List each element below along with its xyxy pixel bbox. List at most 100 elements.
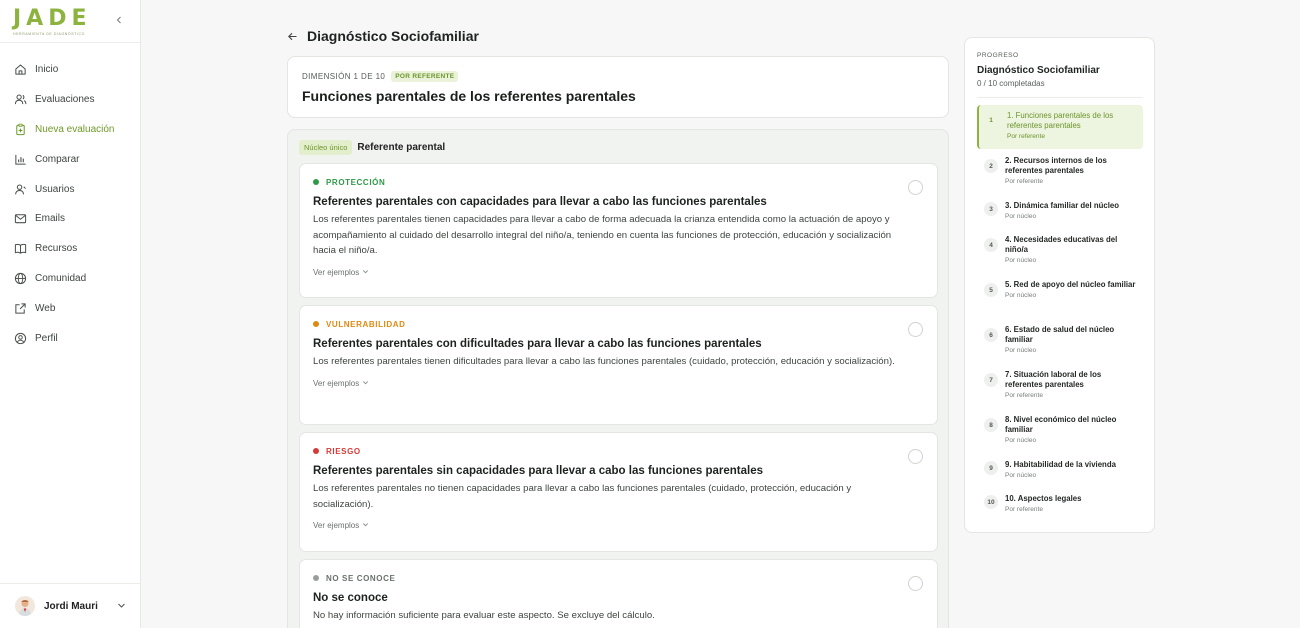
group-header: Núcleo único Referente parental [299, 140, 445, 155]
arrow-left-icon [288, 32, 297, 40]
step-item-8[interactable]: 8 8. Nivel económico del núcleo familiar… [977, 415, 1143, 444]
sidebar-item-label: Evaluaciones [35, 94, 95, 106]
logo-wordmark: JADE [13, 6, 92, 31]
sidebar-item-evaluaciones[interactable]: Evaluaciones [0, 85, 140, 115]
option-level: Riesgo [313, 446, 924, 456]
option-radio[interactable] [908, 576, 923, 591]
step-number: 6 [984, 328, 998, 342]
step-scope: Por núcleo [1005, 437, 1037, 444]
step-scope: Por núcleo [1005, 292, 1037, 299]
sidebar-item-label: Comunidad [35, 272, 87, 284]
option-card-proteccion[interactable]: Protección Referentes parentales con cap… [299, 163, 938, 298]
sidebar-item-label: Web [35, 302, 56, 314]
progress-count: 0 / 10 completadas [977, 79, 1045, 88]
step-name: 6. Estado de salud del núcleo familiar [1005, 325, 1115, 344]
step-number: 8 [984, 418, 998, 432]
sidebar-item-inicio[interactable]: Inicio [0, 55, 140, 85]
step-number: 7 [984, 373, 998, 387]
step-item-7[interactable]: 7 7. Situación laboral de los referentes… [977, 370, 1143, 399]
chevron-down-icon [362, 379, 369, 388]
dimension-title: Funciones parentales de los referentes p… [302, 88, 636, 104]
option-card-no-se-conoce[interactable]: No se conoce No se conoce No hay informa… [299, 559, 938, 628]
collapse-sidebar-button[interactable] [112, 13, 126, 27]
sidebar-item-recursos[interactable]: Recursos [0, 234, 140, 264]
step-scope: Por núcleo [1005, 347, 1037, 354]
step-name: 1. Funciones parentales de los referente… [1007, 111, 1114, 130]
see-examples-label: Ver ejemplos [313, 521, 360, 531]
sidebar-item-label: Perfil [35, 332, 58, 344]
step-name: 10. Aspectos legales [1005, 494, 1082, 503]
external-link-icon [13, 301, 27, 315]
page-title: Diagnóstico Sociofamiliar [307, 28, 479, 44]
group-title: Referente parental [357, 142, 446, 153]
nucleo-badge: Núcleo único [299, 140, 353, 155]
page-header: Diagnóstico Sociofamiliar [287, 27, 479, 45]
step-number: 1 [989, 116, 993, 124]
option-radio[interactable] [908, 449, 923, 464]
see-examples-label: Ver ejemplos [313, 268, 360, 278]
dimension-card: Dimensión 1 de 10 Por referente Funcione… [287, 56, 949, 118]
sidebar-item-label: Nueva evaluación [35, 123, 115, 135]
option-radio[interactable] [908, 180, 923, 195]
step-item-3[interactable]: 3 3. Dinámica familiar del núcleo Por nú… [977, 201, 1143, 220]
sidebar-item-perfil[interactable]: Perfil [0, 323, 140, 353]
step-item-1[interactable]: 1 1. Funciones parentales de los referen… [977, 105, 1143, 149]
option-level: Protección [313, 177, 924, 187]
sidebar-item-usuarios[interactable]: Usuarios [0, 174, 140, 204]
step-number: 4 [984, 238, 998, 252]
chevron-down-icon [362, 268, 369, 277]
avatar [15, 596, 35, 616]
globe-icon [13, 271, 27, 285]
step-scope: Por núcleo [1005, 213, 1037, 220]
step-name: 5. Red de apoyo del núcleo familiar [1005, 280, 1136, 289]
sidebar-item-web[interactable]: Web [0, 293, 140, 323]
step-name: 2. Recursos internos de los referentes p… [1005, 156, 1107, 175]
step-item-4[interactable]: 4 4. Necesidades educativas del niño/a P… [977, 235, 1143, 264]
sidebar: JADE herramienta de diagnóstico Inicio E… [0, 0, 141, 628]
step-item-6[interactable]: 6 6. Estado de salud del núcleo familiar… [977, 325, 1143, 354]
option-radio[interactable] [908, 322, 923, 337]
option-title: Referentes parentales con capacidades pa… [313, 196, 767, 208]
dimension-meta: Dimensión 1 de 10 Por referente [302, 70, 934, 82]
step-scope: Por referente [1005, 506, 1043, 513]
book-icon [13, 242, 27, 256]
bar-chart-icon [13, 152, 27, 166]
clipboard-icon [13, 122, 27, 136]
step-name: 7. Situación laboral de los referentes p… [1005, 370, 1102, 389]
step-number: 2 [984, 159, 998, 173]
step-item-5[interactable]: 5 5. Red de apoyo del núcleo familiar Po… [977, 280, 1143, 299]
logo-tagline: herramienta de diagnóstico [13, 32, 85, 36]
step-number: 9 [984, 461, 998, 475]
sidebar-item-nueva-evaluacion[interactable]: Nueva evaluación [0, 115, 140, 145]
option-description: Los referentes parentales tienen dificul… [313, 356, 895, 367]
step-number: 5 [984, 283, 998, 297]
step-scope: Por referente [1005, 392, 1043, 399]
sidebar-item-emails[interactable]: Emails [0, 204, 140, 234]
sidebar-item-comunidad[interactable]: Comunidad [0, 264, 140, 294]
sidebar-nav: Inicio Evaluaciones Nueva evaluación Com… [0, 43, 140, 353]
logo[interactable]: JADE herramienta de diagnóstico [13, 6, 92, 37]
divider [977, 97, 1143, 98]
option-card-vulnerabilidad[interactable]: Vulnerabilidad Referentes parentales con… [299, 305, 938, 425]
option-title: No se conoce [313, 592, 388, 604]
option-level-label: Riesgo [326, 446, 361, 456]
see-examples-toggle[interactable]: Ver ejemplos [313, 379, 924, 388]
step-number: 3 [984, 202, 998, 216]
see-examples-toggle[interactable]: Ver ejemplos [313, 268, 924, 277]
chevron-left-icon [116, 16, 121, 24]
option-level-label: No se conoce [326, 573, 396, 583]
sidebar-item-comparar[interactable]: Comparar [0, 144, 140, 174]
step-scope: Por referente [1005, 178, 1043, 185]
sidebar-item-label: Inicio [35, 64, 59, 76]
step-scope: Por referente [1007, 133, 1045, 140]
step-name: 3. Dinámica familiar del núcleo [1005, 201, 1119, 210]
see-examples-toggle[interactable]: Ver ejemplos [313, 521, 924, 530]
scope-badge: Por referente [391, 70, 459, 82]
level-dot [313, 575, 319, 581]
back-button[interactable] [287, 30, 299, 42]
step-item-2[interactable]: 2 2. Recursos internos de los referentes… [977, 156, 1143, 185]
step-item-9[interactable]: 9 9. Habitabilidad de la vivienda Por nú… [977, 460, 1143, 479]
step-item-10[interactable]: 10 10. Aspectos legales Por referente [977, 494, 1143, 513]
user-menu[interactable]: Jordi Mauri [0, 583, 140, 628]
option-card-riesgo[interactable]: Riesgo Referentes parentales sin capacid… [299, 432, 938, 552]
